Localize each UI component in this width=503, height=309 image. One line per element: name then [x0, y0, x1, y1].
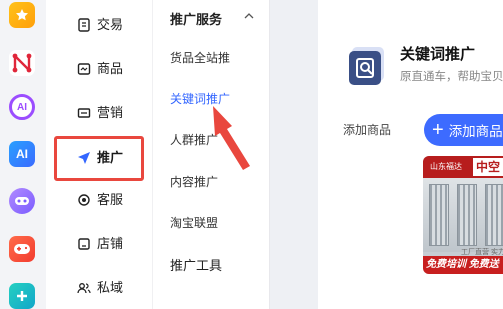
nav-item-label: 店铺 [97, 236, 124, 251]
app-rail: AI AI [0, 0, 46, 309]
nav-item-goods[interactable]: 商品 [46, 54, 152, 84]
document-icon [78, 18, 90, 32]
add-product-button[interactable]: + 添加商品 [424, 114, 503, 146]
thumbnail-brand-big: 中空 [473, 158, 503, 176]
thumbnail-photo [423, 178, 503, 252]
submenu-item-audience[interactable]: 人群推广 [170, 131, 218, 148]
plus-icon: + [432, 119, 444, 141]
highlight-box [54, 136, 144, 181]
robot-app-icon[interactable] [9, 188, 35, 214]
star-app-icon[interactable] [9, 2, 35, 28]
ticket-icon [77, 108, 91, 118]
add-product-button-label: 添加商品 [448, 124, 503, 139]
ai-app-icon[interactable]: AI [9, 141, 35, 167]
product-thumbnail[interactable]: 山东福达 中空 工厂直营 实力 免费培训 免费送 [423, 156, 503, 274]
nav-item-trade[interactable]: 交易 [46, 10, 152, 40]
nav-item-label: 客服 [97, 192, 124, 207]
chevron-up-icon[interactable] [244, 12, 254, 20]
image-icon [77, 63, 91, 75]
nav-item-label: 商品 [97, 61, 124, 76]
submenu-header-services[interactable]: 推广服务 [170, 9, 222, 28]
nav-item-store[interactable]: 店铺 [46, 229, 152, 259]
door-shape [457, 184, 477, 246]
submenu-item-keyword[interactable]: 关键词推广 [170, 90, 230, 107]
nav-item-service[interactable]: 客服 [46, 185, 152, 215]
nav-item-label: 交易 [97, 17, 124, 32]
game-app-icon[interactable] [9, 236, 35, 262]
store-icon [78, 238, 90, 250]
thumbnail-brand: 山东福达 [430, 162, 462, 171]
ai-ring-app-icon[interactable]: AI [9, 94, 35, 120]
nav-item-label: 营销 [97, 105, 124, 120]
page-title: 关键词推广 [400, 46, 476, 63]
keyword-promotion-icon [346, 45, 390, 89]
nav-item-marketing[interactable]: 营销 [46, 98, 152, 128]
plus-app-icon[interactable] [9, 283, 35, 309]
submenu-item-alliance[interactable]: 淘宝联盟 [170, 214, 218, 231]
ai-ring-text: AI [17, 101, 27, 113]
network-app-icon[interactable] [9, 50, 35, 76]
nav-item-label: 私域 [97, 280, 124, 295]
add-product-label: 添加商品 [343, 123, 392, 137]
submenu-item-all-site[interactable]: 货品全站推 [170, 49, 230, 66]
users-icon [77, 283, 91, 294]
ai-app-text: AI [16, 147, 28, 161]
nav-item-private[interactable]: 私域 [46, 273, 152, 303]
door-shape [485, 184, 503, 246]
submenu-item-content[interactable]: 内容推广 [170, 173, 218, 190]
submenu-header-tools[interactable]: 推广工具 [170, 255, 222, 274]
door-shape [429, 184, 449, 246]
thumbnail-footer: 免费培训 免费送 [423, 256, 503, 274]
page-subtitle: 原直通车，帮助宝贝 [400, 71, 503, 83]
headset-icon [78, 194, 90, 206]
